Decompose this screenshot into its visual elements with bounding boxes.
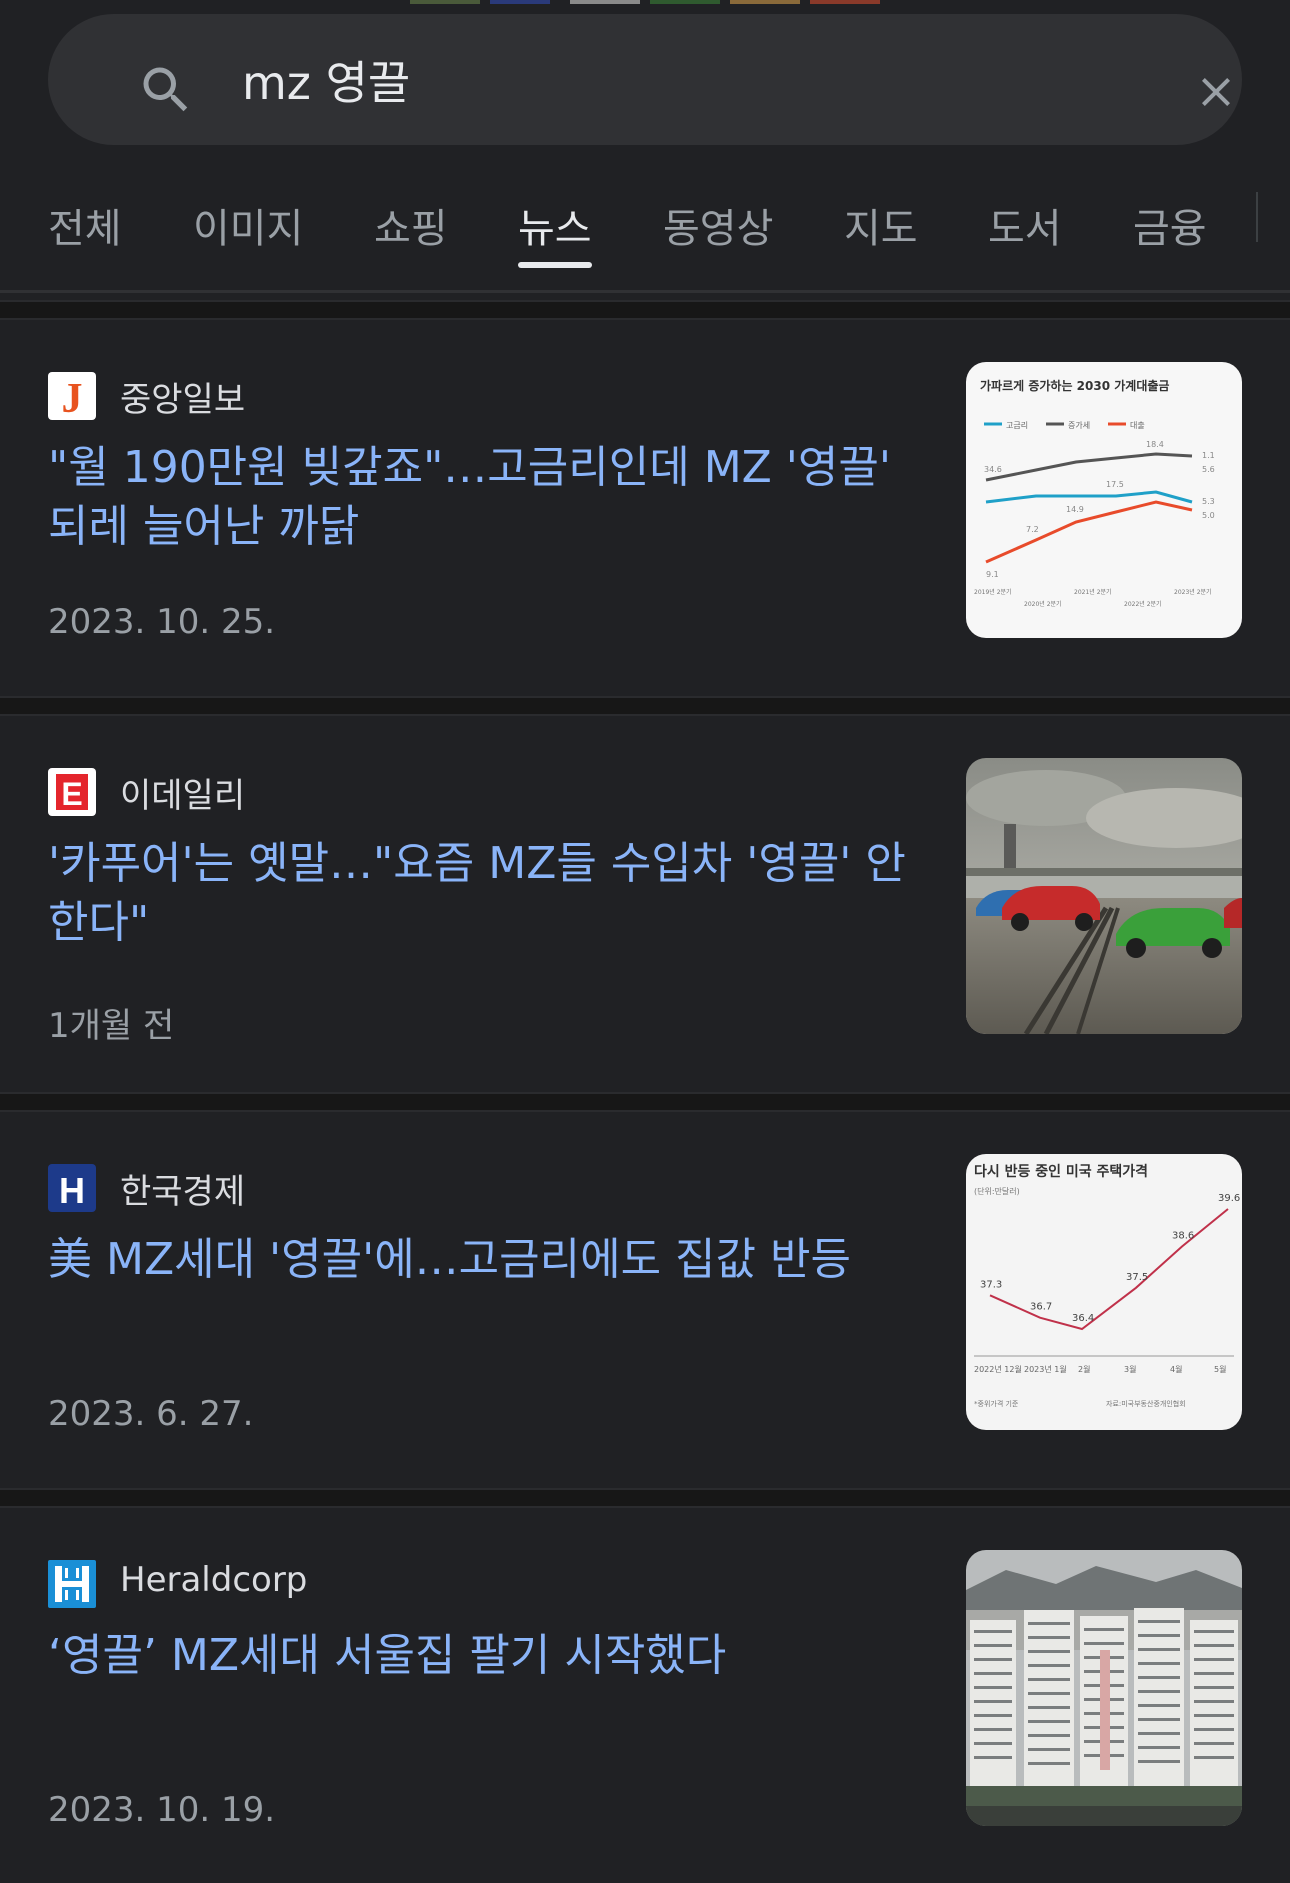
news-thumbnail-chart[interactable]: 다시 반등 중인 미국 주택가격 (단위:만달러) 37.3 36.7 36.4 37… <box>966 1154 1242 1430</box>
news-source: Heraldcorp <box>120 1560 308 1600</box>
tab-books[interactable]: 도서 <box>988 196 1062 254</box>
tab-label: 쇼핑 <box>374 206 448 252</box>
thumb-data-label: 37.5 <box>1126 1272 1148 1283</box>
thumbnail-apartments-photo <box>966 1550 1242 1826</box>
thumb-value: 5.0 <box>1202 511 1215 520</box>
thumbnail-cars-photo <box>966 758 1242 1034</box>
thumb-title: 다시 반등 중인 미국 주택가격 <box>974 1163 1148 1180</box>
thumb-xtick: 2월 <box>1078 1364 1090 1374</box>
tab-label: 도서 <box>988 206 1062 252</box>
clear-icon[interactable] <box>1192 68 1240 116</box>
news-source: 중앙일보 <box>120 380 246 420</box>
tab-label: 금융 <box>1133 206 1207 252</box>
thumb-value: 14.9 <box>1066 505 1084 514</box>
news-date: 2023. 10. 19. <box>48 1790 276 1830</box>
tab-maps[interactable]: 지도 <box>844 196 918 254</box>
news-source: 한국경제 <box>120 1172 246 1212</box>
news-result-joongang[interactable]: J 중앙일보 "월 190만원 빚갚죠"…고금리인데 MZ '영끌' 되레 늘어… <box>0 320 1290 695</box>
thumb-source: 자료:미국부동산중개인협회 <box>1106 1399 1186 1408</box>
thumb-xtick: 2019년 2분기 <box>974 588 1012 596</box>
thumb-legend: 고금리 <box>1006 421 1028 430</box>
thumb-legend: 증가세 <box>1068 421 1090 430</box>
active-tab-underline <box>518 262 592 268</box>
thumb-data-label: 39.6 <box>1218 1193 1240 1204</box>
thumb-xtick: 2023년 1월 <box>1024 1364 1067 1374</box>
thumbnail-chart-image: 다시 반등 중인 미국 주택가격 (단위:만달러) 37.3 36.7 36.4 37… <box>966 1154 1242 1430</box>
tab-label: 이미지 <box>193 206 304 252</box>
news-headline-link[interactable]: 美 MZ세대 '영끌'에…고금리에도 집값 반등 <box>48 1230 928 1289</box>
news-result-heraldcorp[interactable]: Heraldcorp ‘영끌’ MZ세대 서울집 팔기 시작했다 2023. 1… <box>0 1508 1290 1883</box>
news-date: 2023. 10. 25. <box>48 602 276 642</box>
heraldcorp-logo-icon <box>48 1560 96 1608</box>
thumb-xtick: 4월 <box>1170 1364 1182 1374</box>
svg-text:E: E <box>61 776 82 812</box>
thumb-value: 5.6 <box>1202 465 1215 474</box>
thumb-value: 9.1 <box>986 570 999 579</box>
thumb-xtick: 2022년 2분기 <box>1124 600 1162 608</box>
thumb-unit: (단위:만달러) <box>974 1186 1020 1196</box>
tab-label: 지도 <box>844 206 918 252</box>
news-result-edaily[interactable]: E 이데일리 '카푸어'는 옛말…"요즘 MZ들 수입차 '영끌' 안 한다" … <box>0 716 1290 1091</box>
thumb-legend: 대출 <box>1130 420 1145 430</box>
thumb-value: 1.1 <box>1202 451 1215 460</box>
news-thumbnail-chart[interactable]: 가파르게 증가하는 2030 가계대출금 고금리 증가세 대출 34.6 7.2… <box>966 362 1242 638</box>
card-divider <box>0 1092 1290 1112</box>
thumb-xtick: 5월 <box>1214 1364 1226 1374</box>
thumb-footnote: *중위가격 기준 <box>974 1399 1019 1408</box>
search-tabs: 전체 이미지 쇼핑 뉴스 동영상 지도 도서 금융 <box>0 150 1290 290</box>
thumb-xtick: 2023년 2분기 <box>1174 588 1212 596</box>
thumb-data-label: 36.7 <box>1030 1302 1052 1313</box>
news-thumbnail-cars-photo[interactable] <box>966 758 1242 1034</box>
tab-images[interactable]: 이미지 <box>193 196 303 254</box>
tab-shopping[interactable]: 쇼핑 <box>374 196 448 254</box>
news-date: 1개월 전 <box>48 1006 175 1046</box>
tab-all[interactable]: 전체 <box>48 196 122 254</box>
tab-news[interactable]: 뉴스 <box>518 196 592 268</box>
svg-text:J: J <box>62 376 83 420</box>
joongang-logo-icon: J <box>48 372 96 420</box>
tab-finance[interactable]: 금융 <box>1133 196 1207 254</box>
thumb-value: 34.6 <box>984 465 1002 474</box>
tabs-separator <box>1256 192 1258 242</box>
news-thumbnail-apartments-photo[interactable] <box>966 1550 1242 1826</box>
card-divider <box>0 1488 1290 1508</box>
thumb-xtick: 2021년 2분기 <box>1074 588 1112 596</box>
card-divider <box>0 300 1290 320</box>
tabs-border <box>0 290 1290 293</box>
news-date: 2023. 6. 27. <box>48 1394 254 1434</box>
news-source: 이데일리 <box>120 776 246 816</box>
search-input[interactable] <box>240 46 1144 114</box>
thumb-value: 17.5 <box>1106 480 1124 489</box>
thumb-value: 5.3 <box>1202 497 1215 506</box>
tab-label: 전체 <box>48 206 122 252</box>
news-headline-link[interactable]: '카푸어'는 옛말…"요즘 MZ들 수입차 '영끌' 안 한다" <box>48 834 928 952</box>
hankyung-logo-icon: H <box>48 1164 96 1212</box>
thumb-value: 7.2 <box>1026 525 1039 534</box>
tab-label: 뉴스 <box>518 206 592 252</box>
thumb-data-label: 37.3 <box>980 1279 1002 1290</box>
thumb-data-label: 36.4 <box>1072 1313 1094 1324</box>
tab-label: 동영상 <box>663 206 774 252</box>
card-divider <box>0 696 1290 716</box>
search-bar[interactable] <box>48 14 1242 145</box>
thumb-xtick: 2022년 12월 <box>974 1364 1022 1374</box>
news-result-hankyung[interactable]: H 한국경제 美 MZ세대 '영끌'에…고금리에도 집값 반등 2023. 6.… <box>0 1112 1290 1487</box>
partial-image-strip <box>0 0 1290 6</box>
svg-text:H: H <box>59 1170 85 1211</box>
edaily-logo-icon: E <box>48 768 96 816</box>
thumbnail-chart-image: 가파르게 증가하는 2030 가계대출금 고금리 증가세 대출 34.6 7.2… <box>966 362 1242 638</box>
tab-videos[interactable]: 동영상 <box>663 196 773 254</box>
news-headline-link[interactable]: "월 190만원 빚갚죠"…고금리인데 MZ '영끌' 되레 늘어난 까닭 <box>48 438 928 556</box>
news-headline-link[interactable]: ‘영끌’ MZ세대 서울집 팔기 시작했다 <box>48 1626 928 1685</box>
thumb-data-label: 38.6 <box>1172 1231 1194 1242</box>
thumb-title: 가파르게 증가하는 2030 가계대출금 <box>980 378 1169 393</box>
thumb-xtick: 2020년 2분기 <box>1024 600 1062 608</box>
thumb-value: 18.4 <box>1146 440 1164 449</box>
search-icon[interactable] <box>136 60 196 120</box>
thumb-xtick: 3월 <box>1124 1364 1136 1374</box>
